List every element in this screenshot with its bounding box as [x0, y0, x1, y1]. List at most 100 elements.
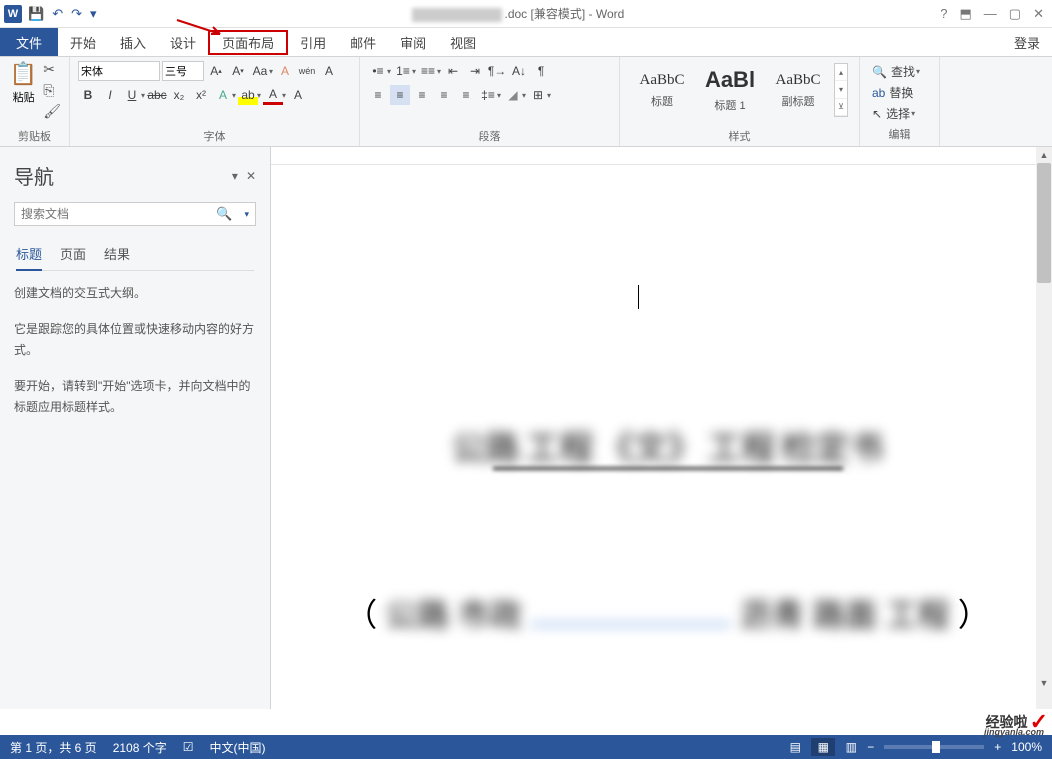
tab-insert[interactable]: 插入 [108, 28, 158, 56]
nav-tab-pages[interactable]: 页面 [60, 240, 86, 270]
change-case-icon[interactable]: Aa [250, 61, 270, 81]
tab-home[interactable]: 开始 [58, 28, 108, 56]
document-area[interactable]: 公路工程《文》工程检定书 （ 公路 市政 沥青 路面 工程 ） ▲ ▼ [271, 147, 1052, 709]
tab-page-layout[interactable]: 页面布局 [208, 30, 288, 55]
horizontal-ruler[interactable] [271, 147, 1052, 165]
line-spacing-icon[interactable]: ‡≡ [478, 85, 498, 105]
undo-icon[interactable]: ↶ [52, 6, 63, 22]
bullet-list-icon[interactable]: •≡ [368, 61, 388, 81]
chevron-down-icon[interactable]: ▾ [257, 91, 261, 100]
nav-menu-icon[interactable]: ▾ [232, 169, 238, 183]
tab-review[interactable]: 审阅 [388, 28, 438, 56]
align-right-icon[interactable]: ≡ [412, 85, 432, 105]
login-link[interactable]: 登录 [1002, 28, 1052, 56]
borders-icon[interactable]: ⊞ [528, 85, 548, 105]
redo-icon[interactable]: ↷ [71, 6, 82, 22]
watermark: 经验啦✓ jingyanla.com [986, 709, 1048, 735]
clear-format-icon[interactable]: A [275, 61, 295, 81]
font-color-icon[interactable]: A [263, 85, 283, 105]
underline-button[interactable]: U [122, 85, 142, 105]
decrease-indent-icon[interactable]: ⇤ [443, 61, 463, 81]
chevron-down-icon[interactable]: ▾ [232, 91, 236, 100]
ltr-icon[interactable]: ¶→ [487, 61, 507, 81]
close-icon[interactable]: ✕ [1033, 6, 1044, 22]
italic-button[interactable]: I [100, 85, 120, 105]
tab-file[interactable]: 文件 [0, 28, 58, 56]
strikethrough-icon[interactable]: abc [147, 85, 167, 105]
cut-icon[interactable]: ✂ [43, 61, 61, 78]
search-icon[interactable]: 🔍 [210, 206, 238, 222]
font-name-select[interactable] [78, 61, 160, 81]
print-layout-icon[interactable]: ▦ [811, 738, 835, 756]
align-center-icon[interactable]: ≡ [390, 85, 410, 105]
chevron-down-icon[interactable]: ▾ [238, 209, 255, 220]
status-page[interactable]: 第 1 页，共 6 页 [10, 739, 97, 756]
phonetic-icon[interactable]: wén [297, 61, 317, 81]
style-item[interactable]: AaBbC副标题 [765, 63, 831, 117]
char-border-icon[interactable]: A [319, 61, 339, 81]
chevron-down-icon[interactable]: ▾ [282, 91, 286, 100]
vertical-scrollbar[interactable]: ▲ ▼ [1036, 147, 1052, 709]
align-left-icon[interactable]: ≡ [368, 85, 388, 105]
justify-icon[interactable]: ≡ [434, 85, 454, 105]
replace-button[interactable]: ab替换 [868, 82, 931, 103]
web-layout-icon[interactable]: ▥ [839, 738, 863, 756]
nav-tab-results[interactable]: 结果 [104, 240, 130, 270]
minimize-icon[interactable]: — [984, 6, 997, 22]
bold-button[interactable]: B [78, 85, 98, 105]
save-icon[interactable]: 💾 [28, 6, 44, 22]
grow-font-icon[interactable]: A▴ [206, 61, 226, 81]
find-button[interactable]: 🔍查找▾ [868, 61, 931, 82]
char-shading-icon[interactable]: A [288, 85, 308, 105]
tab-design[interactable]: 设计 [158, 28, 208, 56]
tab-view[interactable]: 视图 [438, 28, 488, 56]
chevron-down-icon[interactable]: ▾ [141, 91, 145, 100]
subscript-icon[interactable]: x₂ [169, 85, 189, 105]
tab-mailings[interactable]: 邮件 [338, 28, 388, 56]
zoom-out-icon[interactable]: − [867, 740, 874, 754]
word-app-icon: W [4, 5, 22, 23]
increase-indent-icon[interactable]: ⇥ [465, 61, 485, 81]
copy-icon[interactable]: ⎘ [43, 82, 61, 99]
sort-icon[interactable]: A↓ [509, 61, 529, 81]
restore-icon[interactable]: ▢ [1009, 6, 1021, 22]
group-font-label: 字体 [78, 126, 351, 146]
status-word-count[interactable]: 2108 个字 [113, 739, 167, 756]
scroll-up-icon[interactable]: ▲ [1036, 147, 1052, 163]
scroll-thumb[interactable] [1037, 163, 1051, 283]
show-marks-icon[interactable]: ¶ [531, 61, 551, 81]
nav-title: 导航 [14, 161, 54, 190]
paste-icon[interactable]: 📋 [10, 61, 37, 87]
styles-more-icon[interactable]: ▴▾⊻ [834, 63, 848, 117]
tab-references[interactable]: 引用 [288, 28, 338, 56]
distribute-icon[interactable]: ≡ [456, 85, 476, 105]
nav-search-input[interactable] [15, 207, 210, 221]
zoom-slider[interactable] [884, 745, 984, 749]
nav-tab-headings[interactable]: 标题 [16, 240, 42, 271]
number-list-icon[interactable]: 1≡ [393, 61, 413, 81]
status-proofing-icon[interactable]: ☑ [183, 740, 194, 754]
text-effects-icon[interactable]: A [213, 85, 233, 105]
ribbon-options-icon[interactable]: ⬒ [960, 6, 972, 22]
chevron-down-icon[interactable]: ▾ [269, 67, 273, 76]
zoom-level[interactable]: 100% [1011, 740, 1042, 754]
font-size-select[interactable] [162, 61, 204, 81]
zoom-in-icon[interactable]: + [994, 740, 1001, 754]
scroll-down-icon[interactable]: ▼ [1036, 675, 1052, 691]
document-page[interactable]: 公路工程《文》工程检定书 （ 公路 市政 沥青 路面 工程 ） [283, 167, 1052, 709]
highlight-icon[interactable]: ab [238, 85, 258, 105]
shading-icon[interactable]: ◢ [503, 85, 523, 105]
status-language[interactable]: 中文(中国) [209, 739, 265, 756]
shrink-font-icon[interactable]: A▾ [228, 61, 248, 81]
nav-search[interactable]: 🔍 ▾ [14, 202, 256, 226]
style-item[interactable]: AaBbC标题 [629, 63, 695, 117]
format-painter-icon[interactable]: 🖌 [43, 103, 61, 120]
help-icon[interactable]: ? [940, 6, 947, 22]
style-item[interactable]: AaBl标题 1 [697, 63, 763, 117]
nav-close-icon[interactable]: ✕ [246, 169, 256, 183]
superscript-icon[interactable]: x² [191, 85, 211, 105]
multilevel-list-icon[interactable]: ≡≡ [418, 61, 438, 81]
paste-button[interactable]: 粘贴 [13, 89, 35, 105]
select-button[interactable]: ↖选择▾ [868, 103, 931, 124]
read-mode-icon[interactable]: ▤ [783, 738, 807, 756]
